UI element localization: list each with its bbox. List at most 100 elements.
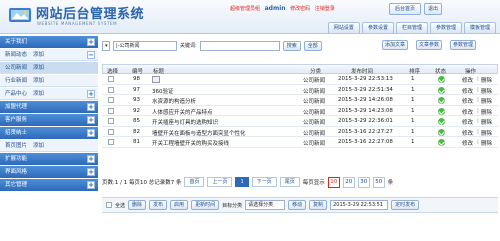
update-time-button[interactable]: 更新时间 bbox=[191, 200, 220, 210]
sidebar-item-customer-service[interactable]: 客户服务 + bbox=[0, 114, 98, 126]
add-link[interactable]: 添加 bbox=[33, 78, 44, 84]
status-ok-icon[interactable] bbox=[438, 118, 445, 125]
add-link[interactable]: 添加 bbox=[33, 52, 44, 58]
row-time: 2015-3-29 22:51:34 bbox=[338, 86, 393, 93]
select-all-checkbox[interactable] bbox=[106, 202, 112, 208]
tab-parameter-settings[interactable]: 参数设置 bbox=[361, 22, 394, 33]
exit-button[interactable]: 退出 bbox=[424, 3, 442, 15]
row-checkbox[interactable] bbox=[108, 118, 114, 124]
page-size-10[interactable]: 10 bbox=[327, 176, 340, 188]
edit-link[interactable]: 修改 bbox=[462, 76, 473, 84]
sidebar-item-industry-news[interactable]: 行业新闻 添加 bbox=[0, 75, 98, 87]
first-page-button[interactable]: 首页 bbox=[184, 177, 205, 187]
article-params-button[interactable]: 文章参数 bbox=[416, 40, 443, 50]
row-title[interactable]: 360验证 bbox=[152, 87, 174, 95]
plus-icon[interactable]: + bbox=[87, 168, 95, 176]
sidebar-item-about[interactable]: 关于我们 + bbox=[0, 36, 98, 48]
sidebar-item-theme[interactable]: 界面风格 + bbox=[0, 166, 98, 178]
next-page-button[interactable]: 下一页 bbox=[251, 177, 277, 187]
tab-template-management[interactable]: 模板管理 bbox=[463, 22, 496, 33]
delete-link[interactable]: 删除 bbox=[481, 139, 492, 147]
plus-icon[interactable]: + bbox=[87, 155, 95, 163]
minus-icon[interactable]: − bbox=[87, 51, 95, 59]
tab-column-management[interactable]: 栏目管理 bbox=[395, 22, 428, 33]
sidebar-item-franchise[interactable]: 加盟代理 + bbox=[0, 101, 98, 113]
add-link[interactable]: 添加 bbox=[33, 143, 44, 149]
status-ok-icon[interactable] bbox=[438, 86, 445, 94]
row-checkbox[interactable] bbox=[108, 76, 114, 82]
row-checkbox[interactable] bbox=[108, 86, 114, 93]
add-link[interactable]: 添加 bbox=[33, 65, 44, 71]
status-ok-icon[interactable] bbox=[438, 139, 445, 146]
tab-site-settings[interactable]: 网站设置 bbox=[327, 22, 360, 33]
batch-delete-button[interactable]: 删除 bbox=[128, 200, 147, 210]
status-ok-icon[interactable] bbox=[438, 107, 445, 115]
sidebar-item-news[interactable]: 新闻动态 添加 − bbox=[0, 49, 98, 61]
delete-link[interactable]: 删除 bbox=[481, 97, 492, 105]
last-page-button[interactable]: 尾页 bbox=[279, 177, 300, 187]
publish-time-input[interactable]: 2015-3-29 22:53:51 bbox=[330, 200, 389, 210]
edit-link[interactable]: 修改 bbox=[462, 139, 473, 147]
row-checkbox[interactable] bbox=[108, 97, 114, 103]
plus-icon[interactable]: + bbox=[87, 103, 95, 111]
timed-publish-button[interactable]: 定时发布 bbox=[391, 200, 420, 210]
row-title[interactable]: 墙壁开关在面板与造型方面突显个性化 bbox=[152, 129, 246, 137]
per-page-label: 每页显示 bbox=[302, 180, 325, 186]
delete-link[interactable]: 删除 bbox=[481, 108, 492, 116]
page-size-50[interactable]: 50 bbox=[372, 176, 385, 188]
row-checkbox[interactable] bbox=[108, 128, 114, 135]
target-category-select[interactable]: 请选择分类 bbox=[245, 200, 286, 210]
edit-link[interactable]: 修改 bbox=[462, 129, 473, 137]
add-link[interactable]: 添加 bbox=[33, 91, 44, 97]
copy-button[interactable]: 复制 bbox=[309, 200, 328, 210]
change-password-link[interactable]: 修改密码 bbox=[290, 6, 310, 12]
sidebar-item-recruitment[interactable]: 招贤纳士 + bbox=[0, 127, 98, 139]
delete-link[interactable]: 删除 bbox=[481, 118, 492, 126]
select-all-dropdown[interactable]: ▾ bbox=[102, 40, 110, 51]
row-title[interactable]: 开关工程墙壁开关的购买及接线 bbox=[152, 139, 229, 147]
sidebar-item-homepage-images[interactable]: 首页图片 添加 bbox=[0, 140, 98, 152]
plus-icon[interactable]: + bbox=[87, 38, 95, 46]
row-checkbox[interactable] bbox=[108, 107, 114, 114]
status-ok-icon[interactable] bbox=[438, 97, 445, 104]
row-title[interactable]: 开关插座与灯具的选购知识 bbox=[152, 118, 218, 126]
row-title[interactable]: 人体感应开关的产品特点 bbox=[152, 108, 213, 116]
logout-link[interactable]: 注销登录 bbox=[315, 6, 335, 12]
edit-link[interactable]: 修改 bbox=[462, 87, 473, 95]
category-select[interactable]: |-公司新闻 bbox=[113, 40, 177, 51]
add-article-button[interactable]: 添加文章 bbox=[382, 40, 409, 50]
plus-icon[interactable]: + bbox=[87, 181, 95, 189]
edit-link[interactable]: 修改 bbox=[462, 108, 473, 116]
sidebar-item-other[interactable]: 其它管理 + bbox=[0, 179, 98, 191]
plus-icon[interactable]: + bbox=[87, 116, 95, 124]
search-button[interactable]: 搜索 bbox=[282, 40, 301, 51]
param-manage-button[interactable]: 参数管理 bbox=[450, 40, 477, 50]
sidebar-item-company-news[interactable]: 公司新闻 添加 bbox=[0, 62, 98, 74]
status-ok-icon[interactable] bbox=[438, 76, 445, 83]
prev-page-button[interactable]: 上一页 bbox=[207, 177, 233, 187]
batch-publish-button[interactable]: 发布 bbox=[149, 200, 168, 210]
page-size-30[interactable]: 30 bbox=[357, 176, 370, 188]
row-checkbox[interactable] bbox=[108, 139, 114, 145]
delete-link[interactable]: 删除 bbox=[481, 76, 492, 84]
delete-link[interactable]: 删除 bbox=[481, 87, 492, 95]
sidebar-item-products[interactable]: 产品中心 添加 + bbox=[0, 88, 98, 100]
delete-link[interactable]: 删除 bbox=[481, 129, 492, 137]
move-button[interactable]: 移动 bbox=[288, 200, 307, 210]
page-size-20[interactable]: 20 bbox=[342, 176, 355, 188]
row-title[interactable]: 水资源的构造分析 bbox=[152, 97, 196, 105]
page-1-button[interactable]: 1 bbox=[235, 177, 249, 187]
all-button[interactable]: 全部 bbox=[303, 40, 322, 51]
tab-parameter-management[interactable]: 参数管理 bbox=[429, 22, 462, 33]
table-header: 选择 编号 标题 分类 发布时间 排序 状态 操作 bbox=[102, 64, 498, 75]
edit-link[interactable]: 修改 bbox=[462, 118, 473, 126]
status-ok-icon[interactable] bbox=[438, 128, 445, 136]
plus-icon[interactable]: + bbox=[87, 129, 95, 137]
row-category: 公司新闻 bbox=[303, 120, 326, 126]
sidebar-item-extensions[interactable]: 扩展功能 + bbox=[0, 153, 98, 165]
batch-enable-button[interactable]: 启用 bbox=[170, 200, 189, 210]
plus-icon[interactable]: + bbox=[87, 90, 95, 98]
home-button[interactable]: 后台首页 bbox=[389, 3, 421, 15]
keyword-input[interactable] bbox=[199, 40, 280, 51]
edit-link[interactable]: 修改 bbox=[462, 97, 473, 105]
